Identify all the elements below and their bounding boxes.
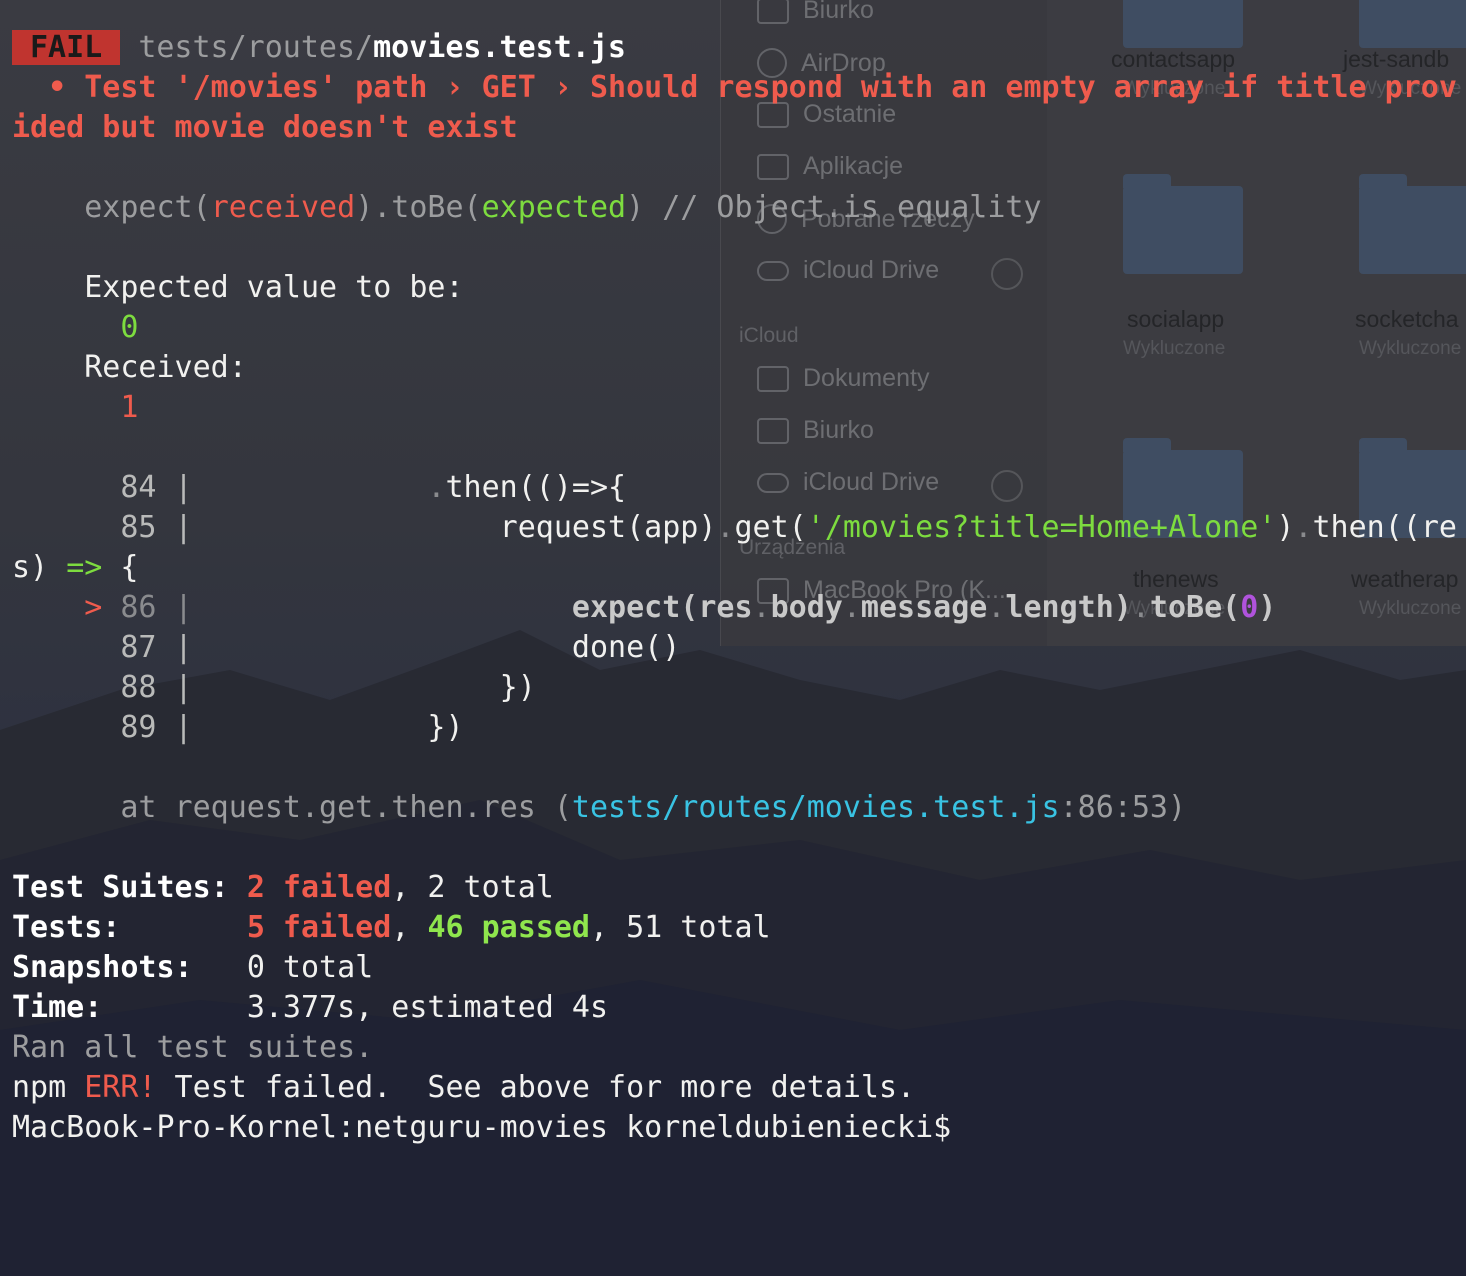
code-line-84: 84 | .then(()=>{ <box>0 468 1466 508</box>
code-text: ) <box>1276 510 1295 545</box>
ran-all-line: Ran all test suites. <box>12 1030 374 1065</box>
code-line-85: 85 | request(app).get('/movies?title=Hom… <box>0 508 1466 548</box>
code-line-88: 88 | }) <box>0 668 1466 708</box>
line-number: 89 | <box>12 710 193 745</box>
summary-tests: Tests: 5 failed, 46 passed, 51 total <box>12 910 771 945</box>
code-text: . <box>192 470 446 505</box>
code-text: ) <box>1258 590 1277 625</box>
code-text: }) <box>192 710 464 745</box>
summary-snapshots: Snapshots: 0 total <box>0 948 1466 988</box>
summary-passed: 46 passed <box>427 910 590 945</box>
summary-failed: 5 failed <box>246 910 392 945</box>
summary-value: 0 total <box>246 950 374 985</box>
code-string: '/movies?title=Home+Alone' <box>806 510 1277 545</box>
code-line-85-wrap: s) => { <box>0 548 1466 588</box>
summary-total: , 51 total <box>590 910 771 945</box>
code-text: . <box>1294 510 1313 545</box>
line-number: 85 | <box>12 510 193 545</box>
code-text: length) <box>1005 590 1132 625</box>
code-text: toBe( <box>1149 590 1241 625</box>
summary-test-suites: Test Suites: 2 failed, 2 total <box>0 868 1466 908</box>
npm-err-tag: ERR! <box>84 1070 157 1105</box>
terminal-output[interactable]: FAIL tests/routes/movies.test.js • Test … <box>0 28 1466 1148</box>
expected-value: 0 <box>12 310 139 345</box>
shell-prompt[interactable]: MacBook-Pro-Kornel:netguru-movies kornel… <box>0 1108 1466 1148</box>
test-title-line-wrap: ided but movie doesn't exist <box>12 110 518 145</box>
code-text: }) <box>192 670 536 705</box>
code-text: request(app) <box>192 510 717 545</box>
expected-label: Expected value to be: <box>12 270 464 305</box>
received-label: Received: <box>12 350 247 385</box>
code-text: s) <box>12 550 67 585</box>
line-number: 84 | <box>12 470 193 505</box>
error-line-marker: > <box>12 590 121 625</box>
code-line-87: 87 | done() <box>0 628 1466 668</box>
summary-failed: 2 failed <box>246 870 392 905</box>
sidebar-item-label: Biurko <box>803 0 874 24</box>
code-text: done() <box>192 630 681 665</box>
code-number: 0 <box>1240 590 1259 625</box>
summary-label: Tests: <box>12 910 121 945</box>
npm-error-message: Test failed. See above for more details. <box>156 1070 916 1105</box>
stack-trace-line: at request.get.then.res (tests/routes/mo… <box>0 788 1466 828</box>
code-text: expect(res <box>192 590 753 625</box>
desktop-icon <box>757 0 789 24</box>
code-text: then(()=>{ <box>445 470 627 505</box>
code-line-89: 89 | }) <box>0 708 1466 748</box>
stack-trace-position: :86:53) <box>1059 790 1187 825</box>
code-text: message <box>860 590 988 625</box>
code-text: { <box>102 550 139 585</box>
assert-text: ).toBe( <box>355 190 482 225</box>
test-file-name: movies.test.js <box>373 30 626 65</box>
summary-time: Time: 3.377s, estimated 4s <box>0 988 1466 1028</box>
summary-total: , 2 total <box>391 870 554 905</box>
code-arrow: => <box>66 550 103 585</box>
npm-error-line: npm ERR! Test failed. See above for more… <box>0 1068 1466 1108</box>
fail-header-line: FAIL tests/routes/movies.test.js <box>0 28 1466 68</box>
assert-text: ) // Object.is equality <box>626 190 1042 225</box>
code-text: body <box>770 590 843 625</box>
assert-received: received <box>210 190 356 225</box>
code-text: get( <box>734 510 807 545</box>
line-number: 87 | <box>12 630 193 665</box>
received-value: 1 <box>12 390 139 425</box>
stack-trace-path[interactable]: tests/routes/movies.test.js <box>572 790 1060 825</box>
summary-label: Test Suites: <box>12 870 229 905</box>
fail-badge: FAIL <box>12 30 121 65</box>
code-text: then((re <box>1312 510 1457 545</box>
code-text: . <box>716 510 735 545</box>
test-file-dir: tests/routes/ <box>138 30 374 65</box>
line-number: 88 | <box>12 670 193 705</box>
assertion-line: expect(received).toBe(expected) // Objec… <box>0 188 1466 228</box>
summary-label: Time: <box>12 990 103 1025</box>
code-line-86-highlighted: > 86 | expect(res.body.message.length).t… <box>12 590 1277 625</box>
line-number: 86 | <box>120 590 193 625</box>
summary-value: 3.377s, estimated 4s <box>246 990 609 1025</box>
test-title-line: • Test '/movies' path › GET › Should res… <box>12 70 1457 105</box>
stack-trace-text: at request.get.then.res ( <box>12 790 572 825</box>
summary-label: Snapshots: <box>12 950 193 985</box>
assert-expected: expected <box>481 190 627 225</box>
npm-prefix: npm <box>12 1070 85 1105</box>
sidebar-item-desktop: Biurko <box>757 0 874 25</box>
assert-text: expect( <box>12 190 211 225</box>
